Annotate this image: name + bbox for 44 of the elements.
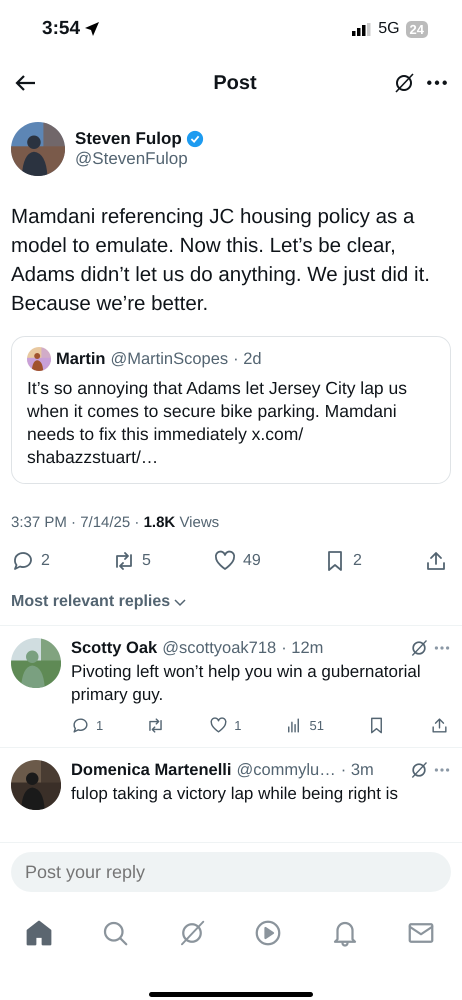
play-icon[interactable] <box>253 918 284 948</box>
quote-author-name: Martin <box>56 350 106 368</box>
page-title: Post <box>212 72 258 94</box>
heart-icon[interactable] <box>213 549 238 573</box>
location-arrow-icon <box>84 21 100 37</box>
slashed-circle-icon[interactable] <box>409 760 429 780</box>
clock-time: 3:54 <box>42 18 80 40</box>
count: 1 <box>96 718 104 733</box>
more-icon[interactable] <box>426 80 448 86</box>
signal-icon <box>352 22 372 36</box>
network-type: 5G <box>378 20 400 38</box>
reply-author-handle: @commylu… <box>236 760 336 780</box>
quote-author-handle: @MartinScopes <box>110 350 228 368</box>
quoted-post-card[interactable]: Martin @MartinScopes · 2d It’s so annoying that Adams let Jersey City lap us when it comes to secure bike parking. Mamdani needs to fix this immediately x.com/ shabazzstuart/… <box>11 336 451 484</box>
post-text: Mamdani referencing JC housing policy as a model to emulate. Now this. Let’s be clear, Adams didn’t let us do anything. We just did it. Because we’re better. <box>10 204 431 317</box>
quote-time: · 2d <box>233 350 262 368</box>
replies-sort-label[interactable]: Most relevant replies <box>11 593 170 611</box>
reply-text: fulop taking a victory lap while being right is <box>71 783 399 805</box>
count: 2 <box>352 552 362 570</box>
count: 1 <box>234 718 242 733</box>
home-icon[interactable] <box>24 918 54 948</box>
count: 2 <box>41 552 50 570</box>
post-timestamp: 3:37 PM · 7/14/25 · <box>11 514 140 531</box>
count: 51 <box>309 718 324 733</box>
reply-author-handle: @scottyoak718 <box>162 638 276 658</box>
reply-input-field[interactable]: Post your reply <box>11 852 451 892</box>
reply-time: · 3m <box>340 760 374 780</box>
speech-bubble-icon[interactable] <box>71 716 90 735</box>
views-count: 1.8K <box>144 514 176 531</box>
heart-icon[interactable] <box>209 716 228 735</box>
count: 49 <box>243 552 261 570</box>
battery-level: 24 <box>406 20 428 38</box>
count: 5 <box>142 552 151 570</box>
reply-time: · 12m <box>281 638 324 658</box>
speech-bubble-icon[interactable] <box>11 549 35 573</box>
views-label: Views <box>179 514 220 531</box>
quote-text: It’s so annoying that Adams let Jersey City lap us when it comes to secure bike parking. Mamdani needs to fix this immediately x.com/ shabazzstuart/… <box>27 377 408 469</box>
reply-author-name: Domenica Martenelli <box>71 760 232 780</box>
author-handle: @StevenFulop <box>75 149 189 169</box>
slashed-circle-icon[interactable] <box>409 638 429 658</box>
author-name: Steven Fulop <box>75 129 182 149</box>
reply-author-name: Scotty Oak <box>71 638 158 658</box>
reply-text: Pivoting left won’t help you win a gubernatorial primary guy. <box>71 661 422 706</box>
share-icon[interactable] <box>430 716 449 735</box>
